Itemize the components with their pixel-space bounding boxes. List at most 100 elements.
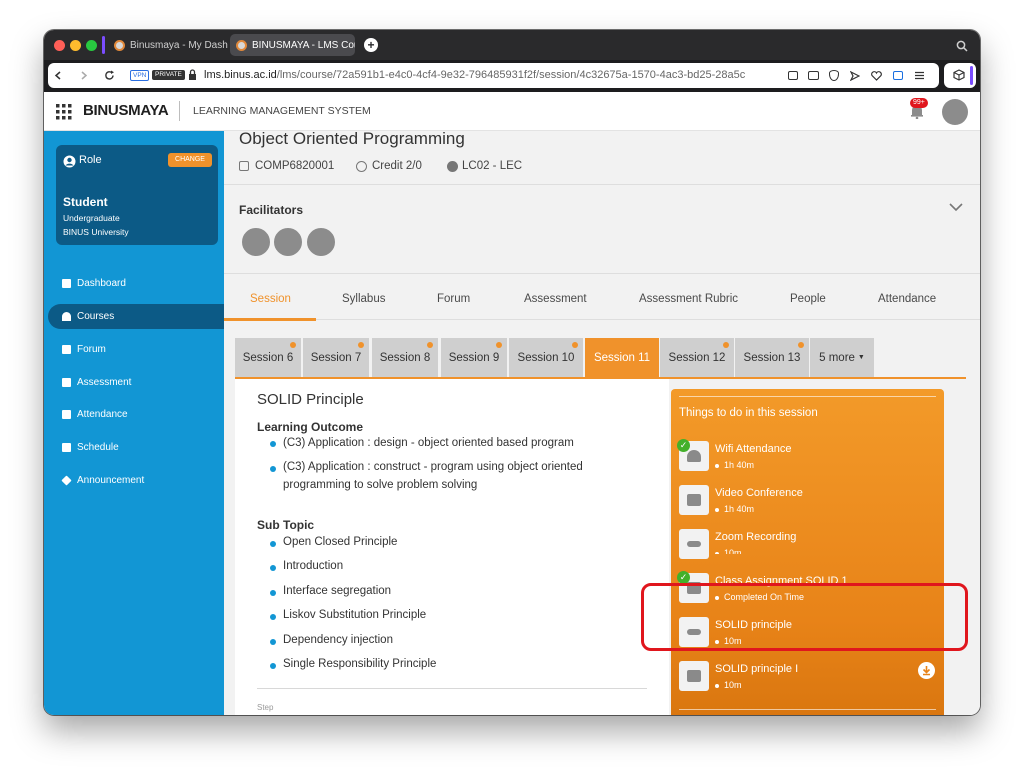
cube-icon bbox=[953, 69, 965, 81]
unread-dot bbox=[798, 342, 804, 348]
sidebar-item-label: Courses bbox=[77, 311, 115, 322]
todo-item-title[interactable]: Wifi Attendance bbox=[715, 443, 791, 455]
heart-icon[interactable] bbox=[871, 71, 882, 81]
facilitators-label: Facilitators bbox=[239, 203, 304, 217]
forward-arrow-icon[interactable] bbox=[80, 71, 88, 80]
sidebar-item-courses[interactable]: Courses bbox=[48, 304, 224, 329]
binus-favicon bbox=[236, 39, 247, 51]
camera-icon[interactable] bbox=[808, 71, 819, 80]
search-tabs-icon[interactable] bbox=[956, 40, 968, 52]
divider bbox=[224, 184, 980, 185]
tab-syllabus[interactable]: Syllabus bbox=[342, 293, 385, 305]
sidebar-item-announcement[interactable]: Announcement bbox=[48, 468, 224, 493]
course-code: COMP6820001 bbox=[255, 160, 335, 172]
session-tab-11[interactable]: Session 11 bbox=[585, 338, 659, 377]
todo-item-sub: 1h 40m bbox=[715, 460, 754, 470]
settings-sliders-icon[interactable] bbox=[914, 70, 925, 81]
lms-header: BINUSMAYA LEARNING MANAGEMENT SYSTEM 99+ bbox=[44, 92, 980, 131]
unread-dot bbox=[358, 342, 364, 348]
close-window-button[interactable] bbox=[54, 40, 65, 51]
url-host: lms.binus.ac.id bbox=[204, 69, 277, 81]
send-icon[interactable] bbox=[850, 71, 860, 81]
sidebar-item-assessment[interactable]: Assessment bbox=[48, 370, 224, 395]
course-title: Object Oriented Programming bbox=[239, 131, 465, 148]
url-field[interactable]: VPN PRIVATE lms.binus.ac.id/lms/course/7… bbox=[48, 63, 939, 88]
session-tab-7[interactable]: Session 7 bbox=[303, 338, 369, 377]
role-level: Undergraduate bbox=[63, 213, 120, 223]
new-tab-button[interactable]: + bbox=[364, 38, 378, 52]
download-icon[interactable] bbox=[918, 662, 935, 679]
bullet-dot bbox=[270, 441, 276, 447]
tab-people[interactable]: People bbox=[790, 293, 826, 305]
browser-tab-dashboard[interactable]: Binusmaya - My Dashbo bbox=[108, 34, 228, 56]
browser-tab-title: BINUSMAYA - LMS Cour bbox=[252, 39, 355, 51]
todo-item-sub: 1h 40m bbox=[715, 504, 754, 514]
tab-attendance[interactable]: Attendance bbox=[878, 293, 936, 305]
facilitator-avatar[interactable] bbox=[240, 226, 272, 258]
facilitator-avatar[interactable] bbox=[272, 226, 304, 258]
sidebar-item-label: Forum bbox=[77, 344, 106, 355]
session-tab-10[interactable]: Session 10 bbox=[509, 338, 583, 377]
workspace-indicator bbox=[970, 66, 973, 85]
minimize-window-button[interactable] bbox=[70, 40, 81, 51]
user-avatar[interactable] bbox=[942, 99, 968, 125]
bullet-dot bbox=[270, 590, 276, 596]
sidebar-item-attendance[interactable]: Attendance bbox=[48, 402, 224, 427]
sidebar-item-dashboard[interactable]: Dashboard bbox=[48, 271, 224, 296]
learning-outcome-item: (C3) Application : construct - program u… bbox=[283, 461, 583, 491]
browser-tab-bar: Binusmaya - My Dashbo BINUSMAYA - LMS Co… bbox=[44, 30, 980, 60]
vpn-badge[interactable]: VPN bbox=[130, 70, 150, 81]
role-name: Student bbox=[63, 195, 108, 209]
tab-forum[interactable]: Forum bbox=[437, 293, 470, 305]
app-grid-icon[interactable] bbox=[56, 104, 72, 120]
learning-outcome-label: Learning Outcome bbox=[257, 420, 364, 434]
sidebar-item-schedule[interactable]: Schedule bbox=[48, 435, 224, 460]
session-tab-9[interactable]: Session 9 bbox=[441, 338, 507, 377]
shield-icon[interactable] bbox=[829, 70, 839, 81]
tab-assessment[interactable]: Assessment bbox=[524, 293, 587, 305]
divider bbox=[679, 396, 936, 397]
session-tab-12[interactable]: Session 12 bbox=[660, 338, 734, 377]
course-class: LC02 - LEC bbox=[462, 160, 523, 172]
section-label-cutoff: Step bbox=[257, 703, 274, 712]
reload-icon[interactable] bbox=[104, 70, 115, 81]
tab-session[interactable]: Session bbox=[250, 293, 291, 305]
browser-address-bar: VPN PRIVATE lms.binus.ac.id/lms/course/7… bbox=[44, 60, 980, 92]
session-tab-8[interactable]: Session 8 bbox=[372, 338, 438, 377]
edit-icon[interactable] bbox=[788, 71, 798, 80]
highlight-box bbox=[641, 583, 968, 651]
browser-window: Binusmaya - My Dashbo BINUSMAYA - LMS Co… bbox=[44, 30, 980, 715]
binusmaya-logo[interactable]: BINUSMAYA bbox=[83, 102, 169, 119]
todo-item-title[interactable]: Zoom Recording bbox=[715, 531, 796, 543]
divider bbox=[224, 273, 980, 274]
chevron-down-icon[interactable] bbox=[949, 203, 963, 212]
session-tab-label: Session 11 bbox=[593, 351, 651, 364]
todo-item-title[interactable]: SOLID principle I bbox=[715, 663, 798, 675]
sidebar-item-forum[interactable]: Forum bbox=[48, 337, 224, 362]
session-tab-13[interactable]: Session 13 bbox=[735, 338, 809, 377]
unread-dot bbox=[572, 342, 578, 348]
sub-topic-item: Introduction bbox=[283, 560, 344, 572]
role-org: BINUS University bbox=[63, 227, 129, 237]
todo-item-title[interactable]: Video Conference bbox=[715, 487, 803, 499]
sidebar: Role CHANGE Student Undergraduate BINUS … bbox=[44, 131, 224, 715]
workspace-indicator bbox=[102, 36, 105, 54]
session-title: SOLID Principle bbox=[257, 391, 364, 408]
change-role-button[interactable]: CHANGE bbox=[168, 153, 212, 167]
back-arrow-icon[interactable] bbox=[54, 71, 62, 80]
dashboard-icon bbox=[62, 279, 71, 288]
more-sessions-dropdown[interactable]: 5 more ▼ bbox=[810, 338, 874, 377]
url-path: /lms/course/72a591b1-e4c0-4cf4-9e32-7964… bbox=[276, 69, 746, 81]
todo-item-sub: 10m bbox=[715, 548, 742, 554]
course-code-icon bbox=[239, 161, 249, 171]
browser-tab-lms[interactable]: BINUSMAYA - LMS Cour bbox=[230, 34, 355, 56]
tab-assessment-rubric[interactable]: Assessment Rubric bbox=[639, 293, 738, 305]
session-tab-label: Session 6 bbox=[242, 351, 294, 364]
sidebar-toggle-icon[interactable] bbox=[893, 71, 903, 80]
session-tab-6[interactable]: Session 6 bbox=[235, 338, 301, 377]
extensions-button[interactable] bbox=[944, 63, 976, 88]
facilitator-avatar[interactable] bbox=[305, 226, 337, 258]
bullet-dot bbox=[270, 541, 276, 547]
sub-topic-item: Interface segregation bbox=[283, 585, 392, 597]
zoom-window-button[interactable] bbox=[86, 40, 97, 51]
